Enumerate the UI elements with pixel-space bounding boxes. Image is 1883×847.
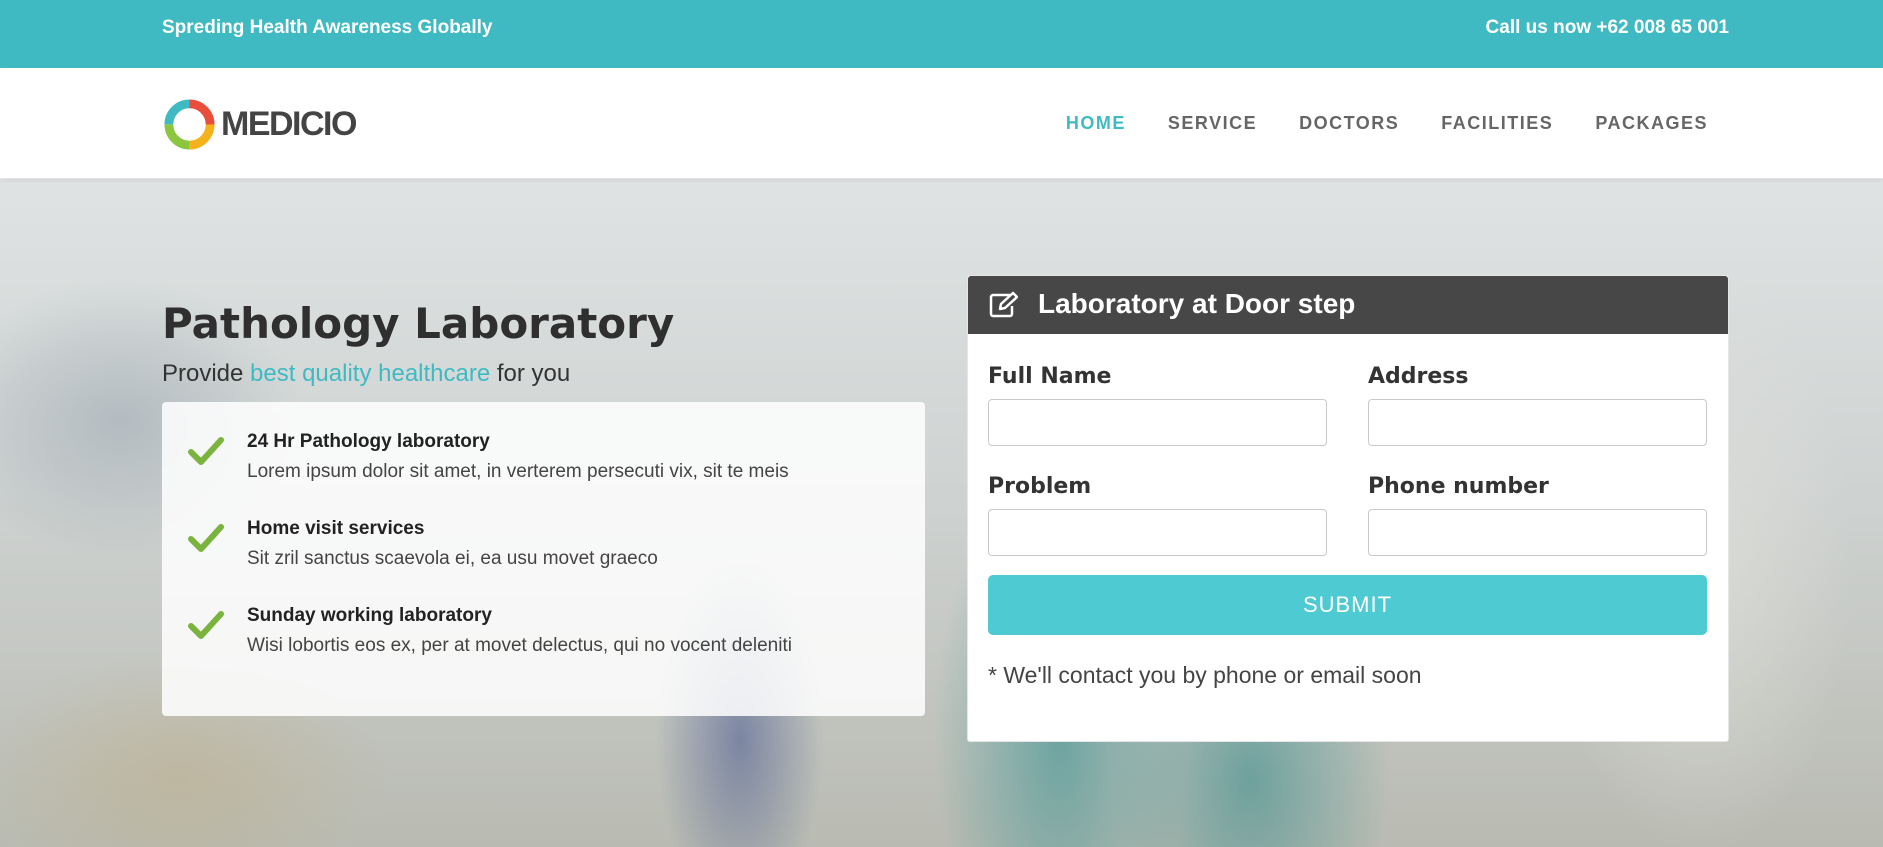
form-header: Laboratory at Door step <box>968 276 1728 334</box>
submit-button[interactable]: SUBMIT <box>988 575 1707 635</box>
check-icon <box>188 524 224 552</box>
phone-label: Phone number <box>1368 474 1549 499</box>
subtitle-post: for you <box>490 360 571 387</box>
feature-title: Sunday working laboratory <box>247 605 492 626</box>
hero-subtitle: Provide best quality healthcare for you <box>162 360 570 388</box>
nav-service[interactable]: SERVICE <box>1168 113 1257 134</box>
problem-input[interactable] <box>988 509 1327 556</box>
lab-booking-form: Laboratory at Door step Full Name Addres… <box>967 275 1729 742</box>
contact-phone[interactable]: Call us now +62 008 65 001 <box>1486 17 1729 39</box>
form-title: Laboratory at Door step <box>1038 288 1356 319</box>
logo[interactable]: MEDICIO <box>162 96 357 152</box>
problem-label: Problem <box>988 474 1092 499</box>
check-icon <box>188 611 224 639</box>
page-title: Pathology Laboratory <box>162 299 675 348</box>
hero-section: Pathology Laboratory Provide best qualit… <box>0 179 1883 847</box>
logo-ring-icon <box>164 98 215 150</box>
phone-input[interactable] <box>1368 509 1707 556</box>
full-name-label: Full Name <box>988 364 1112 389</box>
navbar: MEDICIO HOME SERVICE DOCTORS FACILITIES … <box>0 68 1883 179</box>
address-input[interactable] <box>1368 399 1707 446</box>
top-bar: Spreding Health Awareness Globally Call … <box>0 0 1883 68</box>
subtitle-highlight: best quality healthcare <box>250 360 491 387</box>
feature-title: Home visit services <box>247 518 425 539</box>
nav-packages[interactable]: PACKAGES <box>1595 113 1708 134</box>
contact-note: * We'll contact you by phone or email so… <box>988 662 1422 688</box>
feature-title: 24 Hr Pathology laboratory <box>247 431 490 452</box>
feature-description: Sit zril sanctus scaevola ei, ea usu mov… <box>247 548 658 569</box>
main-nav: HOME SERVICE DOCTORS FACILITIES PACKAGES <box>1066 113 1708 134</box>
tagline: Spreding Health Awareness Globally <box>162 17 493 38</box>
logo-text: MEDICIO <box>221 104 357 143</box>
features-panel: 24 Hr Pathology laboratory Lorem ipsum d… <box>162 402 925 716</box>
nav-facilities[interactable]: FACILITIES <box>1441 113 1553 134</box>
subtitle-pre: Provide <box>162 360 251 387</box>
full-name-input[interactable] <box>988 399 1327 446</box>
feature-item: 24 Hr Pathology laboratory Lorem ipsum d… <box>162 428 925 515</box>
address-label: Address <box>1368 364 1469 389</box>
nav-home[interactable]: HOME <box>1066 113 1126 134</box>
edit-icon <box>989 291 1018 318</box>
check-icon <box>188 437 224 465</box>
feature-item: Home visit services Sit zril sanctus sca… <box>162 515 925 602</box>
feature-description: Lorem ipsum dolor sit amet, in verterem … <box>247 461 789 482</box>
nav-doctors[interactable]: DOCTORS <box>1299 113 1399 134</box>
feature-item: Sunday working laboratory Wisi lobortis … <box>162 602 925 689</box>
feature-description: Wisi lobortis eos ex, per at movet delec… <box>247 635 792 656</box>
